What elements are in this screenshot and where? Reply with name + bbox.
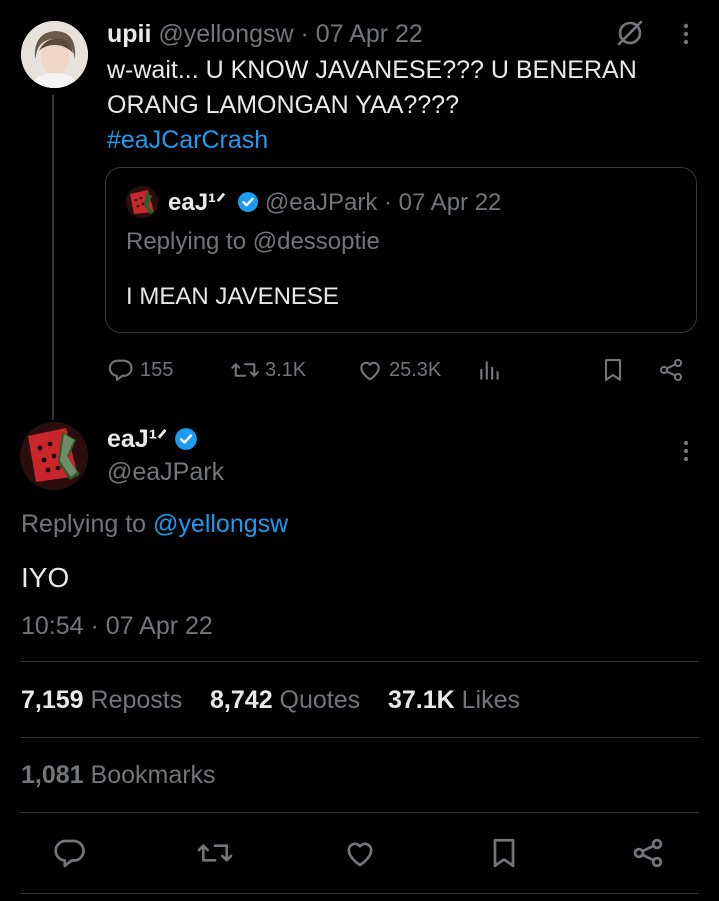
share-icon (657, 356, 685, 384)
like-count: 25.3K (389, 358, 442, 381)
bookmarks-label: Bookmarks (90, 761, 216, 789)
replying-prefix: Replying to (126, 228, 253, 255)
tweet-text: w-wait... U KNOW JAVANESE??? U BENERAN O… (107, 53, 667, 158)
bookmarks-count: 1,081 (21, 761, 84, 789)
like-button[interactable]: 25.3K (356, 352, 441, 388)
bookmark-button[interactable] (599, 352, 627, 388)
bookmark-button[interactable] (484, 833, 524, 873)
reply-button[interactable] (50, 833, 90, 873)
quoted-tweet-text: I MEAN JAVENESE (126, 283, 339, 310)
engagement-stats: 7,159 Reposts 8,742 Quotes 37.1K Likes (21, 686, 520, 715)
replying-handle: @dessoptie (252, 228, 380, 255)
reposts-count: 7,159 (21, 686, 84, 714)
repost-icon (196, 835, 234, 871)
views-button[interactable] (477, 352, 503, 388)
quotes-label: Quotes (279, 686, 361, 714)
quoted-author-name: eaJ¹ᐟ (168, 189, 227, 216)
reply-icon (107, 356, 135, 384)
quotes-stat[interactable]: 8,742 Quotes (210, 686, 360, 714)
verified-badge-icon (237, 191, 259, 213)
analytics-icon (477, 356, 503, 384)
main-replying-to: Replying to @yellongsw (21, 510, 288, 539)
verified-badge-icon (174, 427, 198, 451)
share-icon (630, 835, 666, 871)
main-author-handle[interactable]: @eaJPark (107, 458, 224, 487)
main-author-name[interactable]: eaJ¹ᐟ (107, 424, 168, 454)
author-name[interactable]: upii (107, 20, 151, 48)
likes-stat[interactable]: 37.1K Likes (388, 686, 520, 714)
main-tweet-actions (20, 833, 699, 873)
tweet-body: w-wait... U KNOW JAVANESE??? U BENERAN O… (107, 56, 637, 119)
reply-button[interactable]: 155 (107, 352, 173, 388)
likes-label: Likes (461, 686, 520, 714)
author-handle[interactable]: @yellongsw (158, 20, 293, 48)
repost-button[interactable] (195, 833, 235, 873)
more-dots-icon[interactable] (671, 19, 701, 49)
divider (20, 812, 699, 813)
replying-handle-link[interactable]: @yellongsw (153, 510, 288, 538)
quoted-replying-to: Replying to @dessoptie (126, 228, 380, 256)
main-author-name-row: eaJ¹ᐟ (107, 424, 198, 454)
more-dots-icon[interactable] (671, 436, 701, 466)
avatar-eaj[interactable] (20, 422, 88, 490)
share-button[interactable] (657, 352, 685, 388)
share-button[interactable] (628, 833, 668, 873)
repost-button[interactable]: 3.1K (230, 352, 306, 388)
tweet-actions: 155 3.1K 25.3K (107, 352, 697, 388)
likes-count: 37.1K (387, 686, 455, 714)
thread-line (52, 95, 54, 420)
heart-icon (356, 356, 384, 384)
bookmark-icon (599, 356, 627, 384)
avatar-upii[interactable] (21, 21, 88, 88)
separator: · (293, 20, 316, 48)
bookmarks-stat: 1,081 Bookmarks (21, 761, 216, 790)
quotes-count: 8,742 (210, 686, 273, 714)
main-tweet-text: IYO (21, 562, 70, 593)
quoted-tweet-header: eaJ¹ᐟ @eaJPark · 07 Apr 22 (168, 188, 501, 217)
repost-count: 3.1K (265, 358, 307, 381)
separator: · (377, 189, 399, 216)
heart-icon (342, 835, 378, 871)
quoted-tweet-card[interactable]: eaJ¹ᐟ @eaJPark · 07 Apr 22 Replying to @… (105, 167, 697, 333)
main-tweet-timestamp[interactable]: 10:54 · 07 Apr 22 (21, 612, 213, 641)
reposts-label: Reposts (90, 686, 183, 714)
repost-icon (230, 356, 260, 384)
bookmark-icon (486, 835, 522, 871)
divider (20, 737, 699, 738)
reply-icon (52, 835, 88, 871)
quoted-author-handle: @eaJPark (264, 189, 378, 216)
divider (20, 661, 699, 662)
divider (20, 893, 699, 894)
tweet-header: upii @yellongsw · 07 Apr 22 (107, 20, 423, 49)
avatar-eaj-small (126, 186, 158, 218)
like-button[interactable] (340, 833, 380, 873)
replying-prefix: Replying to (21, 510, 154, 538)
grok-icon[interactable] (615, 18, 645, 48)
tweet-date[interactable]: 07 Apr 22 (316, 20, 423, 48)
reply-count: 155 (140, 358, 174, 381)
quoted-date: 07 Apr 22 (398, 189, 502, 216)
hashtag-link[interactable]: #eaJCarCrash (107, 123, 667, 158)
reposts-stat[interactable]: 7,159 Reposts (21, 686, 182, 714)
